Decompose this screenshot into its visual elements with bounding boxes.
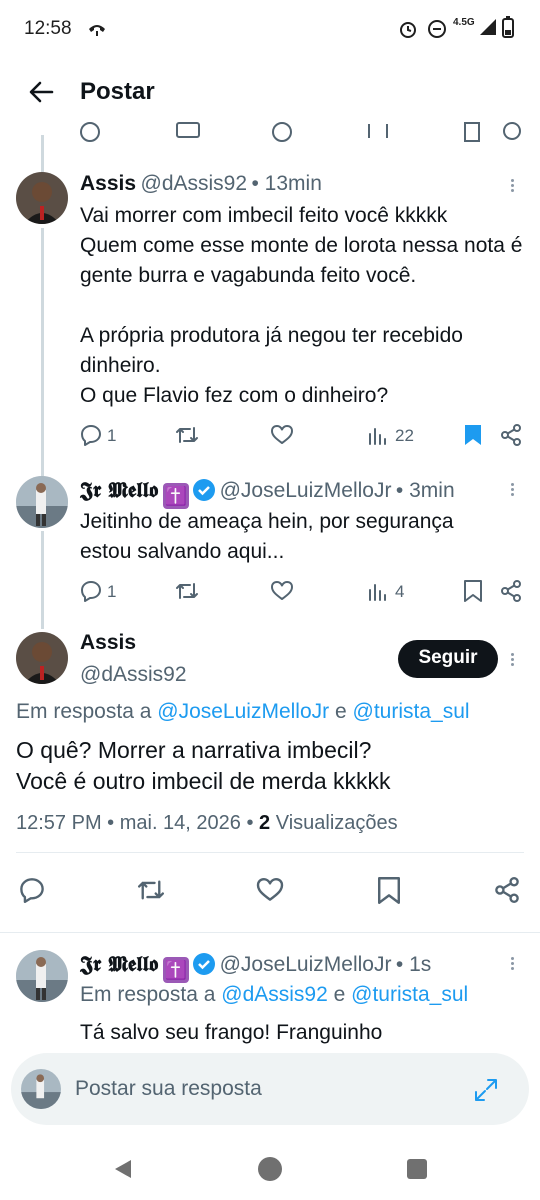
page-title: Postar [80,78,155,105]
share-icon[interactable] [500,580,522,602]
user-handle[interactable]: @JoseLuizMelloJr [220,953,392,976]
tweet-time: • 13min [251,172,322,195]
user-handle[interactable]: @dAssis92 [141,172,248,195]
network-type: 4.5G [453,17,475,28]
share-icon[interactable] [494,877,520,903]
tweet-text: Jeitinho de ameaça hein, por segurança e… [80,510,460,563]
user-handle[interactable]: @dAssis92 [80,663,187,687]
more-options-icon[interactable] [511,177,514,194]
views-count: 4 [395,582,405,601]
home-nav-icon[interactable] [258,1157,282,1181]
verified-badge-icon [193,479,216,501]
like-icon[interactable] [256,878,284,902]
repost-icon[interactable] [136,877,166,903]
user-name[interactable]: 𝕵𝖗 𝕸𝖊𝖑𝖑𝖔 [80,477,158,502]
cross-emoji: ✝️ [162,957,189,983]
tweet-text: Vai morrer com imbecil feito você kkkkk … [80,204,523,407]
tweet-header: Assis @dAssis92 • 13min [80,172,322,196]
previous-tweet-actions [0,118,540,143]
mention-link[interactable]: @JoseLuizMelloJr [157,700,329,723]
reply-context: Em resposta a @JoseLuizMelloJr e @turist… [16,700,470,724]
reply-count: 1 [107,582,117,601]
cross-emoji: ✝️ [162,483,189,509]
reply-input[interactable]: Postar sua resposta [75,1077,262,1101]
mention-link[interactable]: @dAssis92 [221,983,328,1006]
divider [0,932,540,933]
user-name[interactable]: Assis [80,631,136,655]
tweet-text: Tá salvo seu frango! Franguinho [80,1021,383,1044]
reply-composer[interactable]: Postar sua resposta [11,1053,529,1125]
reply-icon[interactable] [80,424,102,446]
reply-prefix: Em resposta a [16,700,152,723]
thread-line [41,135,44,175]
expand-icon[interactable] [473,1077,499,1103]
tweet-time: • 3min [395,479,455,502]
bookmark-icon[interactable] [464,580,482,602]
reply-and: e [334,700,347,723]
avatar[interactable] [16,950,68,1002]
more-options-icon[interactable] [511,651,514,668]
user-handle[interactable]: @JoseLuizMelloJr [220,479,392,502]
battery-icon [502,16,514,38]
reply-count: 1 [107,426,117,445]
repost-icon[interactable] [175,580,199,602]
avatar[interactable] [16,476,68,528]
reply-and: e [333,983,346,1006]
avatar[interactable] [16,632,68,684]
tweet-header: 𝕵𝖗 𝕸𝖊𝖑𝖑𝖔 ✝️ @JoseLuizMelloJr • 1s [80,951,431,983]
reply-icon[interactable] [19,877,45,903]
main-tweet-text: O quê? Morrer a narrativa imbecil? Você … [16,737,391,794]
views-icon[interactable] [368,581,388,601]
status-time: 12:58 [24,18,72,39]
alarm-icon [398,19,418,39]
follow-button[interactable]: Seguir [398,640,498,678]
do-not-disturb-icon [427,19,447,39]
reply-context: Em resposta a @dAssis92 e @turista_sul [80,983,468,1007]
repost-icon[interactable] [175,424,199,446]
avatar[interactable] [16,172,68,224]
signal-icon [478,17,498,37]
bookmark-icon[interactable] [378,877,400,904]
views-count: 22 [395,426,414,445]
divider [16,852,524,853]
tweet-time: • 1s [395,953,432,976]
user-name[interactable]: Assis [80,172,136,195]
views-label[interactable]: Visualizações [276,812,398,834]
system-nav-bar [0,1140,540,1200]
thread-line [41,531,44,629]
share-icon[interactable] [500,424,522,446]
timestamp-text: 12:57 PM • mai. 14, 2026 • [16,812,254,834]
call-icon [86,17,108,39]
back-nav-icon[interactable] [112,1158,134,1180]
views-count: 2 [259,812,271,834]
more-options-icon[interactable] [511,481,514,498]
mention-link[interactable]: @turista_sul [351,983,468,1006]
user-name[interactable]: 𝕵𝖗 𝕸𝖊𝖑𝖑𝖔 [80,951,158,976]
tweet-timestamp: 12:57 PM • mai. 14, 2026 • 2 Visualizaçõ… [16,812,398,835]
mention-link[interactable]: @turista_sul [353,700,470,723]
tweet-header: 𝕵𝖗 𝕸𝖊𝖑𝖑𝖔 ✝️ @JoseLuizMelloJr • 3min [80,477,455,509]
verified-badge-icon [193,953,216,975]
views-icon[interactable] [368,425,388,445]
like-icon[interactable] [271,425,293,445]
like-icon[interactable] [271,581,293,601]
reply-icon[interactable] [80,580,102,602]
bookmark-filled-icon[interactable] [464,424,482,446]
avatar [21,1069,61,1109]
back-arrow-icon[interactable] [28,78,56,106]
reply-prefix: Em resposta a [80,983,216,1006]
more-options-icon[interactable] [511,955,514,972]
recents-nav-icon[interactable] [407,1159,427,1179]
thread-line [41,228,44,476]
